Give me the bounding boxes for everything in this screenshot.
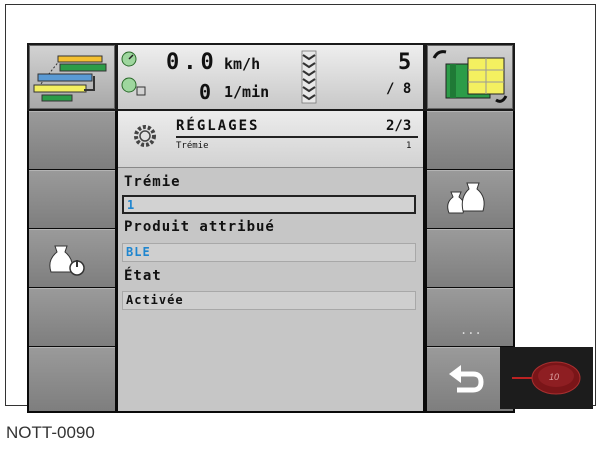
bag-power-icon [49, 245, 85, 276]
sections-icon [432, 50, 508, 103]
title-underline [176, 136, 418, 138]
implement-view-button[interactable] [29, 45, 115, 109]
implement-icon [33, 55, 107, 102]
page-subtitle-value: 1 [406, 141, 412, 151]
hopper-field[interactable]: 1 [122, 195, 416, 214]
rotary-knob[interactable]: 10 [500, 347, 593, 409]
page-subtitle: Trémie [176, 141, 209, 151]
figure-caption: NOTT-0090 [6, 423, 95, 442]
softkey-more[interactable]: ... [427, 288, 513, 346]
settings-panel: RÉGLAGES 2/3 Trémie 1 Trémie 1 Produit a… [118, 111, 423, 411]
softkey-right-1[interactable] [427, 111, 513, 169]
product-label: Produit attribué [124, 219, 275, 235]
speed-value: 0.0 [166, 50, 218, 75]
page-number: 2/3 [386, 118, 412, 134]
top-bar: 0.0 km/h 0 1/min 5 / 8 [27, 43, 515, 111]
softkey-left-4[interactable] [29, 288, 115, 346]
section-count: 5 [398, 50, 412, 75]
rpm-value: 0 [199, 80, 212, 104]
softkey-hopper-on[interactable] [29, 229, 115, 287]
softkey-left-2[interactable] [29, 170, 115, 228]
softkey-hopper-assign[interactable] [427, 170, 513, 228]
state-field[interactable]: Activée [122, 291, 416, 310]
rotary-knob-icon [512, 361, 581, 395]
hopper-label: Trémie [124, 174, 181, 190]
product-field[interactable]: BLE [122, 243, 416, 262]
speed-unit: km/h [224, 55, 261, 73]
tire-tread-icon [301, 50, 317, 104]
softkey-left-5[interactable] [29, 347, 115, 411]
section-total: / 8 [386, 81, 412, 97]
status-panel: 0.0 km/h 0 1/min 5 / 8 [118, 45, 423, 109]
softkey-right-3[interactable] [427, 229, 513, 287]
knob-label: 10 [549, 372, 560, 382]
section-view-button[interactable] [427, 45, 513, 109]
engine-rpm-icon [121, 77, 146, 96]
state-label: État [124, 268, 162, 284]
terminal-screen: 0.0 km/h 0 1/min 5 / 8 ... RÉGLAGES 2/3 … [27, 43, 515, 413]
speedometer-icon [121, 51, 137, 67]
settings-header: RÉGLAGES 2/3 Trémie 1 [118, 111, 423, 168]
rpm-unit: 1/min [224, 83, 270, 101]
more-label: ... [460, 323, 482, 337]
bags-icon [447, 182, 485, 214]
softkey-left-1[interactable] [29, 111, 115, 169]
gear-icon [134, 125, 156, 147]
page-title: RÉGLAGES [176, 118, 260, 134]
